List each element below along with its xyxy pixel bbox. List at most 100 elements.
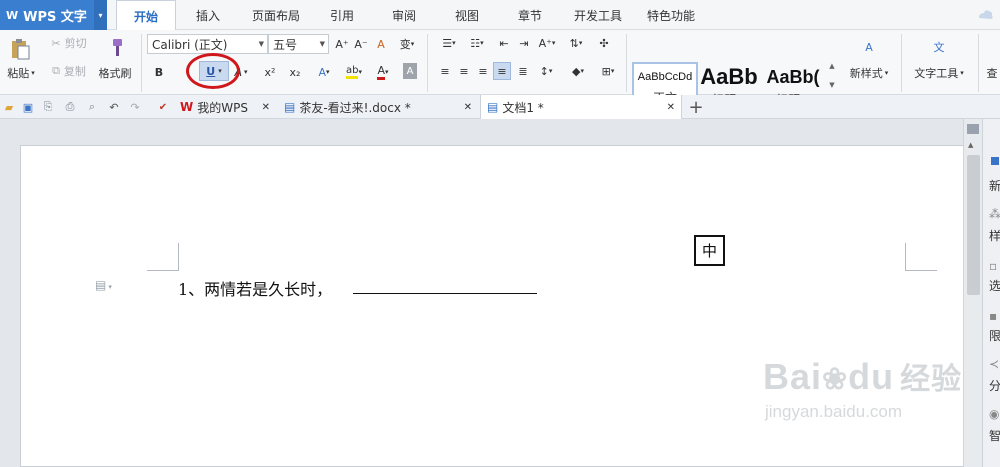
paste-button[interactable]: 粘贴 ▾ bbox=[2, 64, 40, 82]
borders-button[interactable]: ⊞ ▾ bbox=[596, 63, 620, 79]
superscript-button[interactable]: x² bbox=[262, 63, 278, 81]
doc-tab-my-wps[interactable]: W 我的WPS ✕ bbox=[176, 95, 276, 119]
tab-page-layout[interactable]: 页面布局 bbox=[243, 0, 309, 30]
numbered-list-button[interactable]: ☷ ▾ bbox=[465, 35, 489, 51]
shrink-font-button[interactable]: A⁻ bbox=[353, 36, 369, 52]
tab-section[interactable]: 章节 bbox=[507, 0, 553, 30]
chevron-down-icon: ▾ bbox=[960, 69, 964, 77]
font-size-select[interactable]: 五号 ▼ bbox=[268, 34, 329, 54]
new-style-button[interactable]: 新样式 ▾ bbox=[843, 64, 895, 82]
close-icon[interactable]: ✕ bbox=[262, 102, 270, 113]
app-menu-dropdown-icon[interactable]: ▾ bbox=[94, 0, 107, 30]
document-page[interactable]: ▤ ▾ 1、两情若是久长时， 中 Bai❀du 经验 jingyan.baidu.c… bbox=[20, 145, 964, 467]
align-center-icon[interactable]: ≡ bbox=[456, 63, 472, 79]
grow-font-button[interactable]: A⁺ bbox=[334, 36, 350, 52]
chevron-down-icon: ▾ bbox=[610, 67, 615, 75]
redo-icon[interactable]: ↷ bbox=[128, 99, 142, 115]
app-menu-button[interactable]: W WPS 文字 ▾ bbox=[0, 0, 107, 30]
decrease-indent-icon[interactable]: ⇤ bbox=[496, 35, 512, 51]
format-painter-icon[interactable] bbox=[103, 36, 127, 60]
close-icon[interactable]: ✕ bbox=[464, 102, 472, 113]
open-folder-icon[interactable]: ▰ bbox=[2, 99, 16, 115]
align-right-icon[interactable]: ≡ bbox=[475, 63, 491, 79]
paragraph-marks-icon[interactable]: ✣ bbox=[596, 35, 612, 51]
close-icon[interactable]: ✕ bbox=[667, 102, 675, 113]
format-painter-button[interactable]: 格式刷 bbox=[95, 64, 135, 82]
tab-review[interactable]: 审阅 bbox=[381, 0, 427, 30]
document-line-1[interactable]: 1、两情若是久长时， bbox=[178, 276, 332, 300]
line-spacing-button[interactable]: ↕ ▾ bbox=[534, 63, 558, 79]
character-shading-button[interactable]: A bbox=[403, 63, 417, 79]
sort-button[interactable]: ⇅ ▾ bbox=[564, 35, 588, 51]
new-tab-button[interactable]: + bbox=[686, 95, 706, 119]
print-icon[interactable]: ⎙ bbox=[63, 99, 77, 115]
scroll-pane-icon[interactable] bbox=[967, 124, 979, 134]
restrict-icon[interactable]: ▪ bbox=[989, 309, 997, 323]
tab-home[interactable]: 开始 bbox=[116, 0, 176, 31]
cloud-sync-icon[interactable] bbox=[975, 4, 995, 24]
style-preview: AaBbCcDd bbox=[637, 71, 693, 83]
chevron-down-icon: ▾ bbox=[551, 39, 556, 47]
new-doc-icon[interactable] bbox=[991, 157, 999, 165]
new-style-label: 新样式 bbox=[849, 67, 883, 80]
chevron-down-icon[interactable]: ▼ bbox=[829, 81, 834, 89]
text-tools-label: 文字工具 bbox=[914, 67, 959, 80]
subscript-button[interactable]: x₂ bbox=[287, 63, 303, 81]
bold-button[interactable]: B bbox=[151, 63, 167, 81]
select-icon[interactable]: ▫ bbox=[989, 259, 997, 273]
task-pane-restrict[interactable]: 限 bbox=[989, 327, 1000, 344]
print-preview-icon[interactable]: ⌕ bbox=[85, 99, 99, 115]
vertical-scrollbar[interactable]: ▲ bbox=[963, 119, 982, 467]
scrollbar-thumb[interactable] bbox=[967, 155, 980, 295]
share-icon[interactable]: ≺ bbox=[989, 357, 999, 371]
highlight-button[interactable]: ab ▾ bbox=[343, 63, 365, 81]
chevron-up-icon[interactable]: ▲ bbox=[968, 141, 973, 149]
doc-tab-chayou[interactable]: ▤ 茶友-看过来!.docx * ✕ bbox=[280, 95, 478, 119]
style-preview: AaBb( bbox=[766, 67, 820, 87]
undo-icon[interactable]: ↶ bbox=[107, 99, 121, 115]
paste-icon[interactable] bbox=[7, 36, 33, 62]
save-icon[interactable]: ▣ bbox=[21, 99, 35, 115]
customize-toolbar-icon[interactable]: ✔ bbox=[156, 99, 170, 115]
task-pane-new[interactable]: 新 bbox=[989, 177, 1000, 194]
cut-button[interactable]: ✂ 剪切 bbox=[46, 34, 92, 52]
phonetic-guide-button[interactable]: 变 ▾ bbox=[394, 36, 420, 52]
style-icon[interactable]: ⁂ bbox=[989, 207, 1000, 221]
font-name-select[interactable]: Calibri (正文) ▼ bbox=[147, 34, 268, 54]
smart-icon[interactable]: ◉ bbox=[989, 407, 999, 421]
shading-button[interactable]: ◆ ▾ bbox=[566, 63, 590, 79]
chevron-down-icon: ▾ bbox=[580, 67, 584, 75]
text-tools-icon[interactable]: 文 bbox=[927, 36, 951, 58]
task-pane-smart[interactable]: 智 bbox=[989, 427, 1000, 444]
distributed-align-icon[interactable]: ≣ bbox=[515, 63, 531, 79]
tab-special[interactable]: 特色功能 bbox=[641, 0, 701, 30]
ime-indicator[interactable]: 中 bbox=[694, 235, 725, 266]
task-pane-style[interactable]: 样 bbox=[989, 227, 1000, 244]
bullet-list-button[interactable]: ☰ ▾ bbox=[437, 35, 461, 51]
task-pane-share[interactable]: 分 bbox=[989, 377, 1000, 394]
text-effect-button[interactable]: A ▾ bbox=[314, 63, 334, 81]
increase-indent-icon[interactable]: ⇥ bbox=[516, 35, 532, 51]
justify-icon[interactable]: ≡ bbox=[493, 62, 511, 80]
tab-developer[interactable]: 开发工具 bbox=[568, 0, 628, 30]
copy-button[interactable]: ⧉ 复制 bbox=[46, 62, 92, 80]
tab-view[interactable]: 视图 bbox=[444, 0, 490, 30]
find-button[interactable]: 查 bbox=[984, 64, 1000, 82]
tab-insert[interactable]: 插入 bbox=[183, 0, 233, 30]
align-left-icon[interactable]: ≡ bbox=[437, 63, 453, 79]
text-tools-button[interactable]: 文字工具 ▾ bbox=[907, 64, 971, 82]
tab-references[interactable]: 引用 bbox=[319, 0, 365, 30]
clear-format-button[interactable]: A bbox=[373, 36, 389, 52]
chevron-up-icon[interactable]: ▲ bbox=[829, 62, 834, 70]
new-style-icon[interactable]: A bbox=[857, 36, 881, 58]
chinese-layout-button[interactable]: A⁺ ▾ bbox=[535, 35, 559, 51]
separator bbox=[626, 34, 627, 92]
paragraph-options-icon[interactable]: ▤ ▾ bbox=[95, 278, 112, 292]
watermark-brand2: du bbox=[848, 356, 895, 397]
font-color-button[interactable]: A ▾ bbox=[372, 63, 394, 81]
export-pdf-icon[interactable]: ⎘ bbox=[41, 99, 55, 115]
task-pane-select[interactable]: 选 bbox=[989, 277, 1000, 294]
paste-dropdown-icon[interactable]: ▾ bbox=[31, 69, 35, 77]
doc-tab-document1[interactable]: ▤ 文档1 * ✕ bbox=[480, 95, 682, 119]
baidu-watermark: Bai❀du 经验 bbox=[763, 354, 962, 398]
